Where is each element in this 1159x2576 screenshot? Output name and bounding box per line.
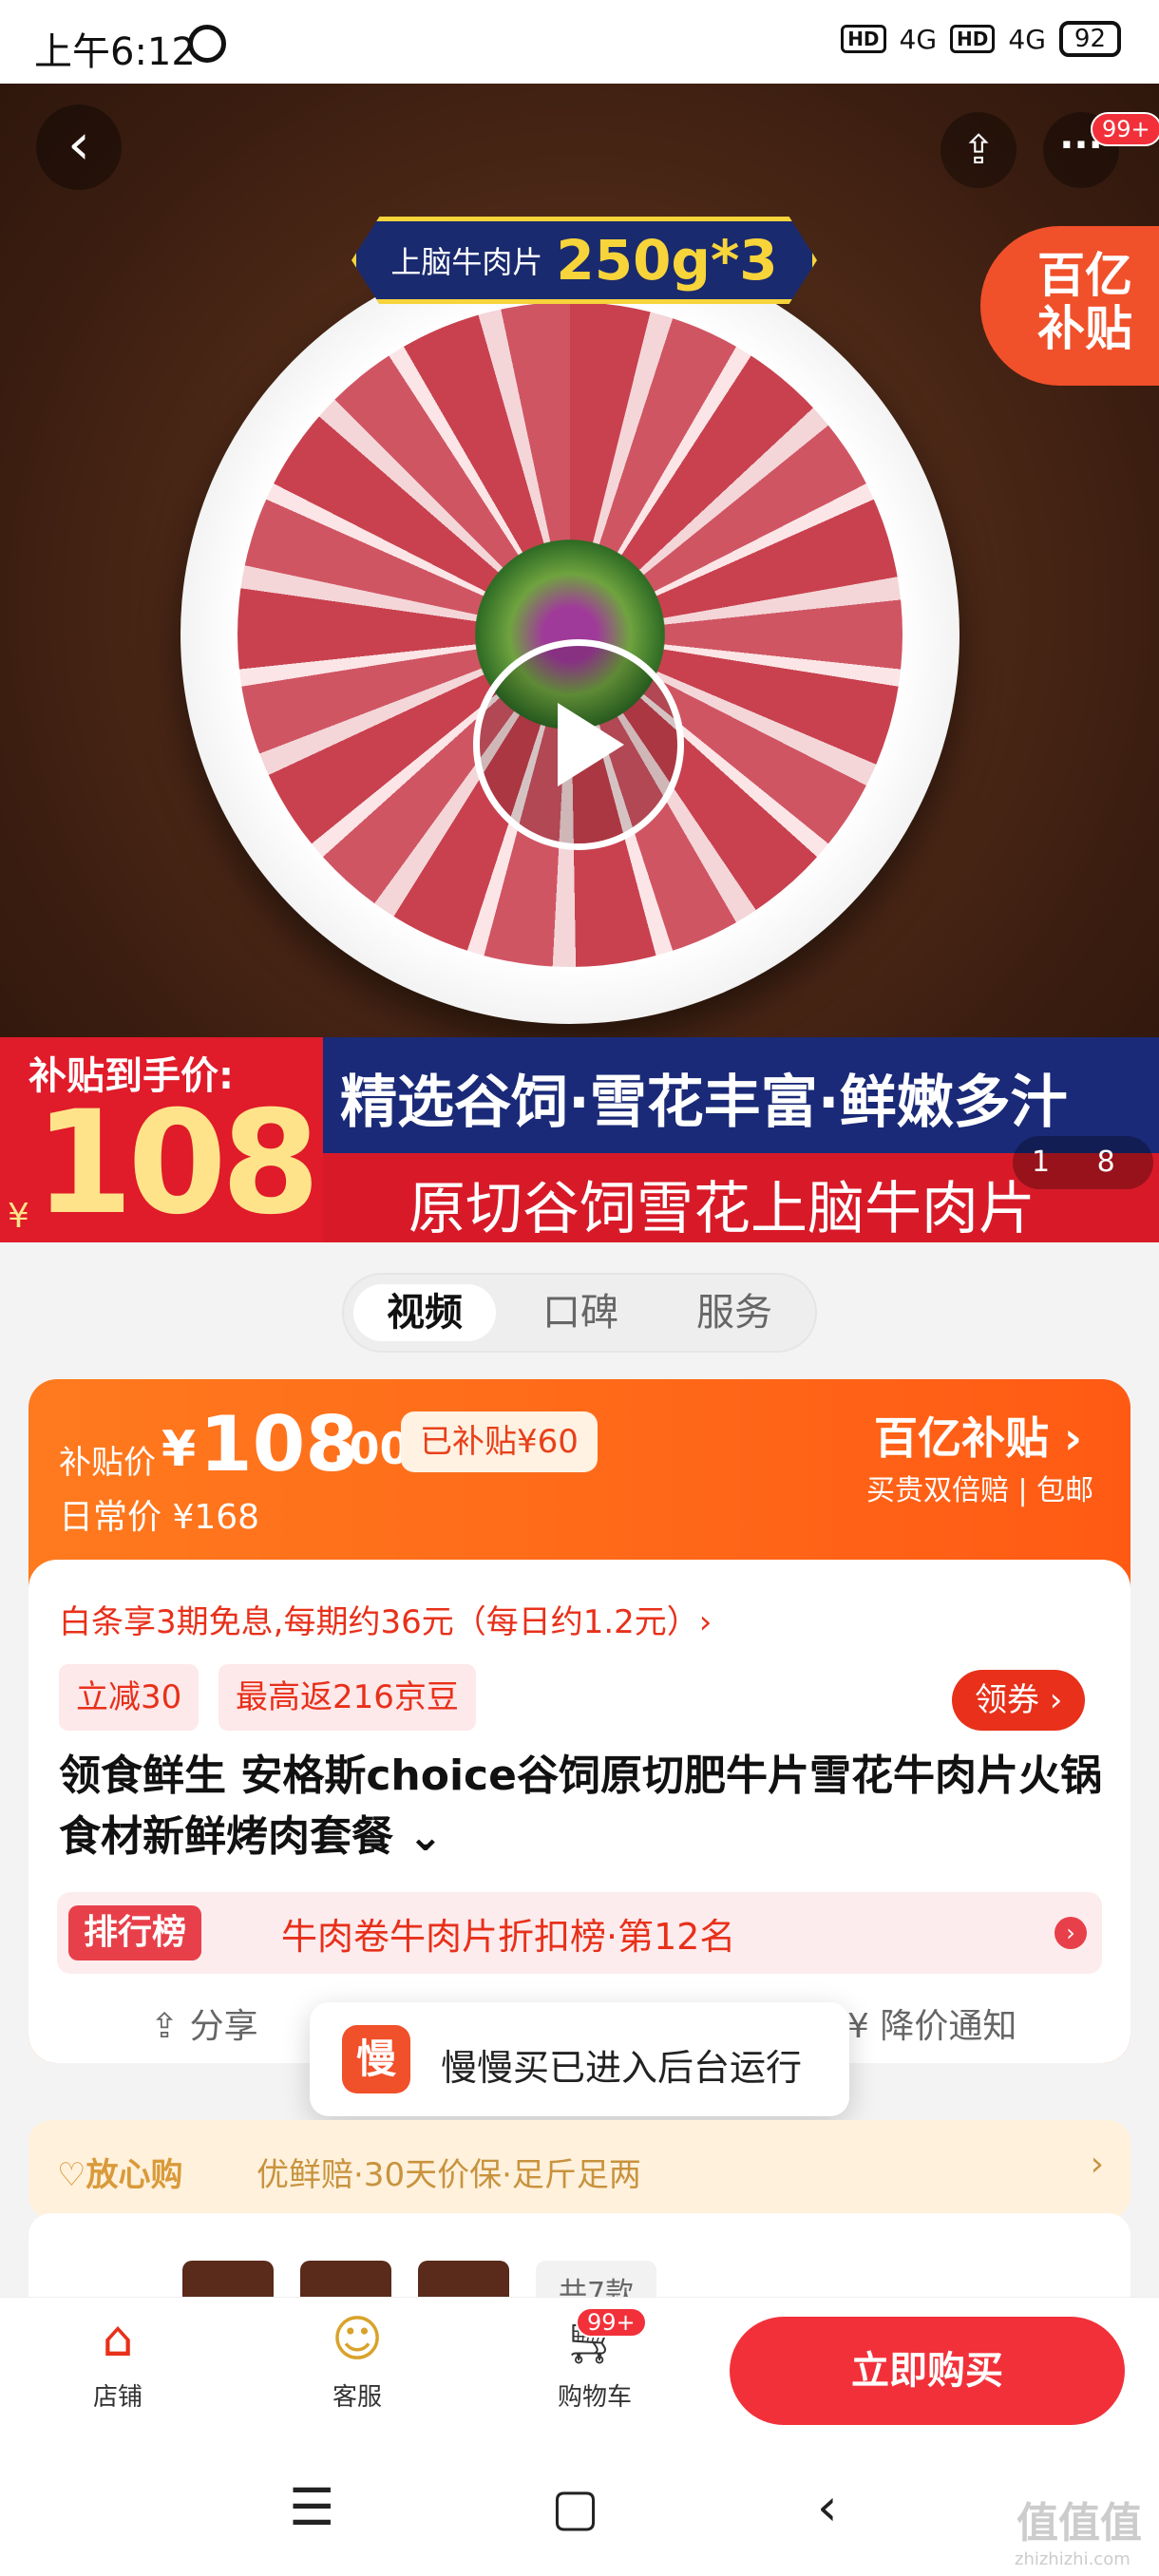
- hero-tag-weight: 250g*3: [556, 228, 778, 293]
- hero-tag-label: 上脑牛肉片: [390, 244, 543, 280]
- toast-message: 慢慢买已进入后台运行: [441, 2047, 803, 2089]
- subsidy-price-cents: .00: [332, 1423, 410, 1474]
- cart-badge: 99+: [576, 2307, 647, 2338]
- service-icon: ☺: [331, 2311, 384, 2368]
- subsidy-price-yen: ¥: [162, 1421, 197, 1478]
- hero-weight-tag: 上脑牛肉片 250g*3: [352, 217, 817, 304]
- watermark-url: zhizhizhi.com: [1015, 2549, 1130, 2569]
- shop-button[interactable]: ⌂ 店铺: [51, 2311, 184, 2413]
- image-pager: 1 8: [1013, 1136, 1153, 1189]
- battery-icon: 92: [1058, 21, 1121, 57]
- yen-circle-icon: ¥: [847, 2007, 881, 2046]
- ranking-badge: 排行榜: [68, 1905, 202, 1960]
- cart-label: 购物车: [557, 2383, 632, 2412]
- chevron-right-icon: ›: [1090, 2145, 1104, 2184]
- hd-icon-2: HD: [950, 25, 996, 53]
- heart-icon: ♡: [57, 2156, 86, 2194]
- share-small-icon: ⇪: [150, 2007, 190, 2046]
- back-nav-icon[interactable]: ‹: [817, 2477, 838, 2537]
- banner-price: 108: [34, 1081, 320, 1246]
- tab-video[interactable]: 视频: [353, 1284, 496, 1341]
- banner-slogan-text: 精选谷饲·雪花丰富·鲜嫩多汁: [340, 1070, 1068, 1136]
- ranking-text: 牛肉卷牛肉片折扣榜·第12名: [281, 1916, 736, 1958]
- bottom-action-bar: ⌂ 店铺 ☺ 客服 🛒︎ 购物车 99+ 立即购买: [0, 2297, 1159, 2441]
- subsidy-guarantee-text: 买贵双倍赔 | 包邮: [866, 1474, 1094, 1507]
- tab-service[interactable]: 服务: [663, 1284, 806, 1341]
- billion-subsidy-link[interactable]: 百亿补贴 ›: [874, 1404, 1082, 1467]
- price-card: 补贴价 ¥ 108 .00 已补贴¥60 日常价 ¥168 百亿补贴 › 买贵双…: [28, 1379, 1130, 2063]
- product-title[interactable]: 领食鲜生 安格斯choice谷饲原切肥牛片雪花牛肉片火锅食材新鲜烤肉套餐 ⌄: [59, 1746, 1104, 1867]
- customer-service-button[interactable]: ☺ 客服: [291, 2311, 424, 2413]
- play-video-icon[interactable]: [473, 639, 684, 850]
- shop-icon: ⌂: [102, 2311, 134, 2368]
- message-badge: 99+: [1091, 112, 1159, 146]
- back-button[interactable]: ‹: [36, 104, 122, 190]
- banner-price-block: 补贴到手价: 108 ¥: [0, 1037, 332, 1242]
- assurance-title: ♡放心购: [57, 2156, 183, 2194]
- chevron-right-icon: ›: [1054, 1917, 1087, 1949]
- jingdou-chip: 最高返216京豆: [218, 1664, 476, 1731]
- watermark: 值值值: [1016, 2499, 1142, 2548]
- shop-label: 店铺: [92, 2383, 142, 2412]
- status-bar: 上午6:12 HD 4G HD 4G 92: [0, 0, 1159, 84]
- discount-chip: 立减30: [59, 1664, 200, 1731]
- status-time: 上午6:12: [34, 30, 196, 74]
- ranking-row[interactable]: 排行榜 牛肉卷牛肉片折扣榜·第12名 ›: [57, 1892, 1102, 1974]
- subsidized-amount-badge: 已补贴¥60: [401, 1411, 598, 1472]
- banner-yen: ¥: [8, 1197, 29, 1236]
- banner-product-name-text: 原切谷饲雪花上脑牛肉片: [408, 1176, 1036, 1242]
- share-label: 分享: [189, 2007, 258, 2046]
- share-icon[interactable]: ⇪: [940, 112, 1016, 188]
- status-indicators: HD 4G HD 4G 92: [841, 21, 1121, 57]
- price-notify-label: 降价通知: [880, 2007, 1017, 2046]
- alarm-icon: [188, 25, 226, 63]
- product-info-panel: 白条享3期免息,每期约36元（每日约1.2元）› 立减30 最高返216京豆 领…: [28, 1560, 1130, 2063]
- assurance-items: 优鲜赔·30天价保·足斤足两: [256, 2156, 641, 2194]
- media-tabs: 视频 口碑 服务: [342, 1273, 817, 1353]
- manmanmai-app-icon: 慢: [342, 2025, 410, 2093]
- system-nav-bar: ☰ ▢ ‹: [0, 2441, 1159, 2576]
- service-label: 客服: [332, 2383, 382, 2412]
- hd-icon: HD: [841, 25, 886, 53]
- regular-price: 日常价 ¥168: [59, 1498, 260, 1537]
- assurance-row[interactable]: ♡放心购 优鲜赔·30天价保·足斤足两 ›: [28, 2120, 1130, 2219]
- price-drop-notify-button[interactable]: ¥ 降价通知: [847, 1998, 1016, 2048]
- menu-icon[interactable]: ☰: [289, 2477, 334, 2537]
- tab-reviews[interactable]: 口碑: [509, 1284, 652, 1341]
- get-coupon-button[interactable]: 领券 ›: [952, 1670, 1086, 1731]
- subsidy-price-label: 补贴价: [59, 1444, 156, 1482]
- home-icon[interactable]: ▢: [551, 2477, 599, 2537]
- share-button[interactable]: ⇪ 分享: [150, 1998, 258, 2048]
- subsidy-corner-badge: 百亿 补贴: [980, 226, 1159, 386]
- background-toast: 慢 慢慢买已进入后台运行: [310, 2002, 849, 2116]
- signal-icon: 4G: [899, 23, 938, 55]
- installment-info[interactable]: 白条享3期免息,每期约36元（每日约1.2元）›: [59, 1596, 712, 1642]
- buy-now-button[interactable]: 立即购买: [730, 2317, 1125, 2425]
- signal-icon-2: 4G: [1008, 23, 1046, 55]
